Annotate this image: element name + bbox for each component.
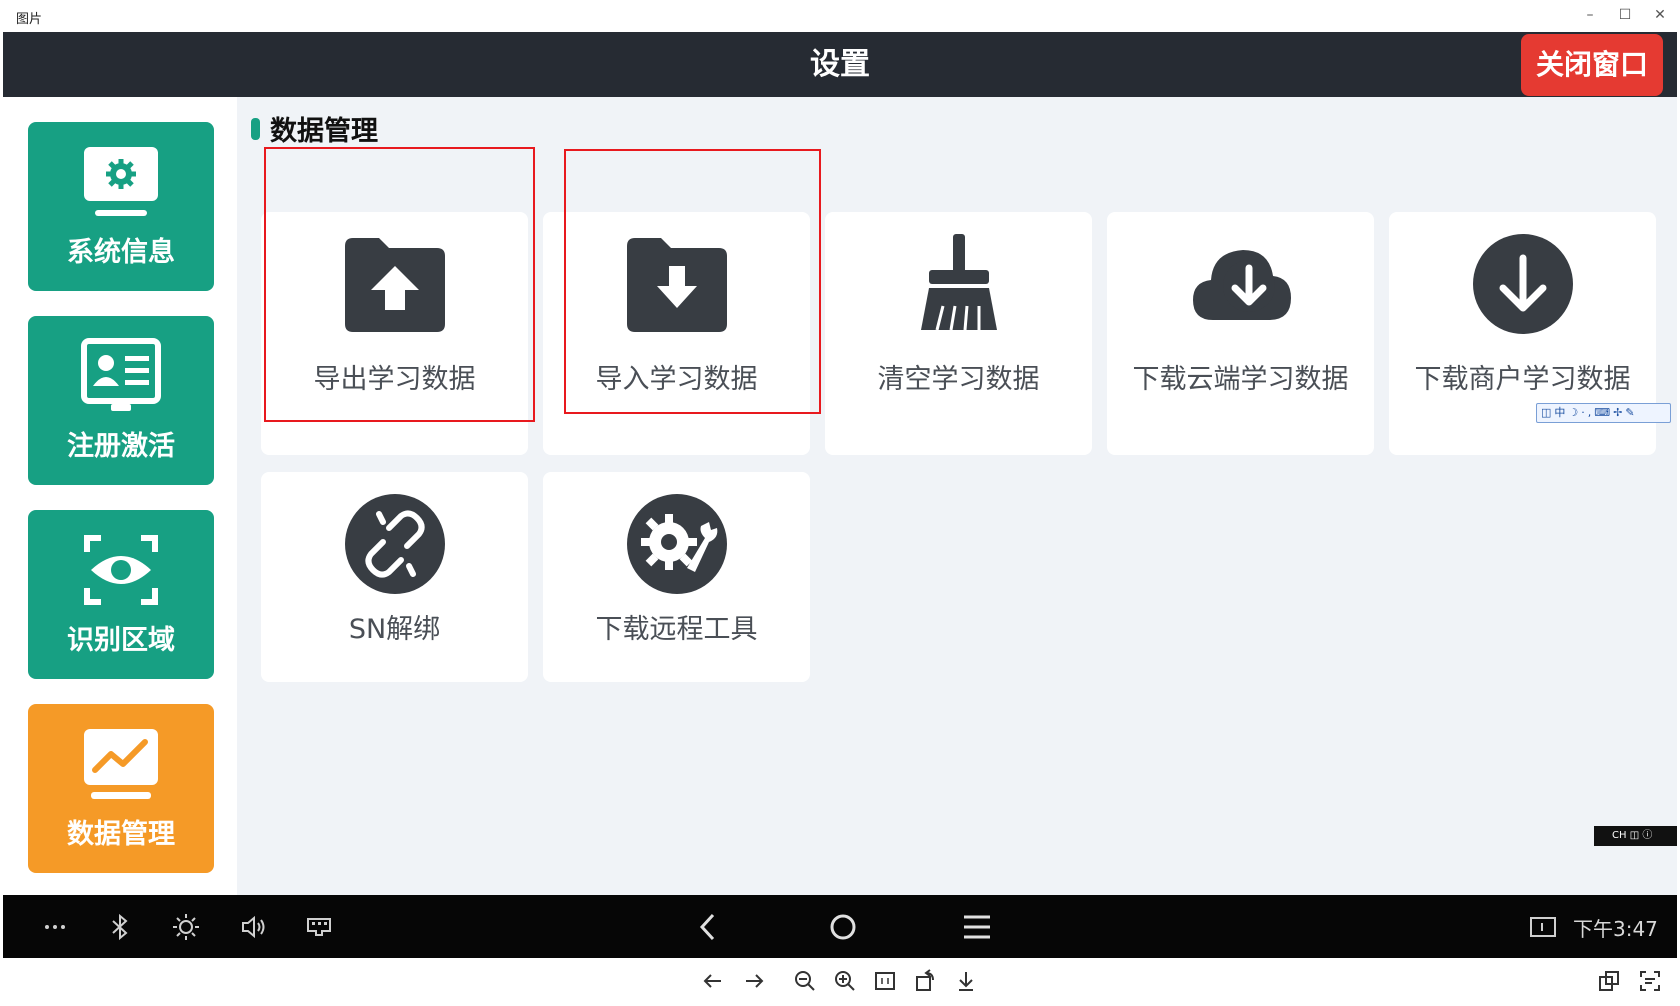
card-label: 下载云端学习数据: [1132, 364, 1349, 395]
rotate-icon[interactable]: [912, 968, 938, 994]
close-window-button[interactable]: 关闭窗口: [1521, 34, 1663, 96]
more-icon[interactable]: [39, 911, 71, 943]
eye-scan-icon: [84, 535, 158, 605]
device-screen: 设置 关闭窗口 系统信息 注册激活 识别区域 数据管理 数据管理 导出学习数据 …: [3, 32, 1677, 958]
sidebar-item-registration[interactable]: 注册激活: [28, 316, 214, 485]
ime-status-bar[interactable]: CH ◫ ⓘ: [1594, 826, 1677, 846]
ime-mode-label: 中: [1554, 406, 1569, 419]
cloud-download-icon: [1193, 250, 1291, 320]
back-icon[interactable]: [693, 911, 725, 943]
viewer-titlebar: 图片 – ☐ ✕: [0, 0, 1680, 32]
zoom-out-icon[interactable]: [792, 968, 818, 994]
clear-learning-data-card[interactable]: 清空学习数据: [825, 212, 1092, 455]
download-icon[interactable]: [953, 968, 979, 994]
sidebar-item-system-info[interactable]: 系统信息: [28, 122, 214, 291]
sidebar: 系统信息 注册激活 识别区域 数据管理: [3, 97, 237, 895]
unlink-icon: [345, 494, 445, 594]
copy-icon[interactable]: [1596, 968, 1622, 994]
bluetooth-icon[interactable]: [104, 911, 136, 943]
highlight-box-import: [564, 149, 821, 414]
minimize-button[interactable]: –: [1573, 4, 1607, 26]
maximize-button[interactable]: ☐: [1608, 4, 1642, 26]
viewer-toolbar: [0, 958, 1680, 1006]
zoom-in-icon[interactable]: [832, 968, 858, 994]
sidebar-item-data-management[interactable]: 数据管理: [28, 704, 214, 873]
home-icon[interactable]: [827, 911, 859, 943]
section-marker: [251, 118, 260, 140]
sidebar-item-label: 注册激活: [67, 431, 175, 462]
app-header: 设置 关闭窗口: [3, 32, 1677, 97]
chart-monitor-icon: [84, 729, 158, 799]
ime-status-label: CH: [1612, 830, 1627, 841]
sidebar-item-label: 数据管理: [67, 819, 175, 850]
section-title: 数据管理: [270, 116, 378, 147]
system-navbar: 下午3:47: [3, 895, 1677, 958]
sidebar-item-recognition-area[interactable]: 识别区域: [28, 510, 214, 679]
gear-wrench-icon: [627, 494, 727, 594]
download-cloud-data-card[interactable]: 下载云端学习数据: [1107, 212, 1374, 455]
sn-unbind-card[interactable]: SN解绑: [261, 472, 528, 682]
actual-size-icon[interactable]: [872, 968, 898, 994]
card-label: 清空学习数据: [877, 364, 1040, 395]
id-card-icon: [81, 338, 161, 411]
window-close-button[interactable]: ✕: [1643, 4, 1677, 26]
sidebar-item-label: 识别区域: [67, 625, 175, 656]
card-label: 下载远程工具: [595, 614, 758, 645]
screen-icon[interactable]: [1527, 911, 1559, 943]
card-label: SN解绑: [348, 614, 441, 645]
viewer-title: 图片: [16, 12, 43, 27]
ocr-icon[interactable]: [1637, 968, 1663, 994]
highlight-box-export: [264, 147, 535, 422]
monitor-gear-icon: [84, 147, 158, 216]
card-label: 下载商户学习数据: [1414, 364, 1631, 395]
menu-icon[interactable]: [961, 911, 993, 943]
keyboard-icon[interactable]: [303, 911, 335, 943]
volume-icon[interactable]: [237, 911, 269, 943]
next-icon[interactable]: [741, 968, 767, 994]
sidebar-item-label: 系统信息: [67, 237, 175, 268]
brightness-icon[interactable]: [170, 911, 202, 943]
circle-arrow-down-icon: [1473, 234, 1573, 334]
broom-icon: [921, 234, 997, 331]
clock: 下午3:47: [1573, 917, 1658, 941]
download-remote-tool-card[interactable]: 下载远程工具: [543, 472, 810, 682]
previous-icon[interactable]: [700, 968, 726, 994]
page-title: 设置: [810, 47, 870, 82]
ime-toolbar[interactable]: ◫中☽·,⌨✢✎: [1536, 403, 1671, 423]
